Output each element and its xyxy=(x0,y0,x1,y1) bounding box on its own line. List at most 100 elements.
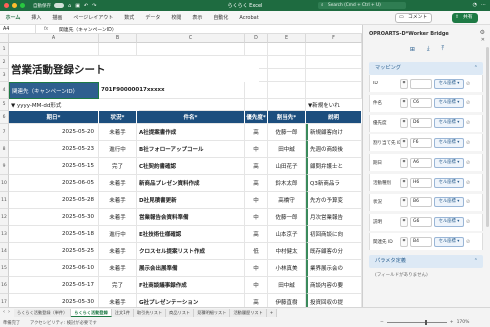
tab-data[interactable]: データ xyxy=(140,14,166,21)
mapping-select-button[interactable]: セル座標 ▾ xyxy=(434,197,464,208)
assignee-cell[interactable]: 田中誠 xyxy=(268,277,306,294)
row-header[interactable]: 2 xyxy=(0,56,9,69)
due-date-cell[interactable]: 2025-05-20 xyxy=(9,124,99,141)
cell[interactable] xyxy=(9,43,99,56)
cell[interactable] xyxy=(306,82,362,99)
mapping-select-button[interactable]: セル座標 ▾ xyxy=(434,157,464,168)
link-icon[interactable]: ⌗ xyxy=(400,157,408,168)
priority-cell[interactable]: 高 xyxy=(245,175,268,192)
mapping-select-button[interactable]: セル座標 ▾ xyxy=(434,236,464,247)
due-date-cell[interactable]: 2025-05-28 xyxy=(9,192,99,209)
subject-cell[interactable]: 営業報告会資料準備 xyxy=(137,209,245,226)
assignee-cell[interactable]: 中村健太 xyxy=(268,243,306,260)
accessibility-status[interactable]: アクセシビリティ: 検討が必要です xyxy=(30,320,97,326)
row-header[interactable]: 5 xyxy=(0,99,9,111)
column-header-e[interactable]: E xyxy=(268,34,306,43)
cell[interactable] xyxy=(306,56,362,69)
sheet-tab[interactable]: 注文1件 xyxy=(111,309,135,317)
subject-cell[interactable]: 展示会出展準備 xyxy=(137,260,245,277)
mapping-cell-input[interactable]: A6 xyxy=(410,157,432,168)
due-date-cell[interactable]: 2025-05-25 xyxy=(9,243,99,260)
priority-cell[interactable]: 中 xyxy=(245,260,268,277)
header-priority[interactable]: 優先度* xyxy=(245,111,268,124)
due-date-cell[interactable]: 2025-06-10 xyxy=(9,260,99,277)
tab-acrobat[interactable]: Acrobat xyxy=(234,15,264,21)
assignee-cell[interactable]: 田中誠 xyxy=(268,141,306,158)
sheet-tab[interactable]: らくらく活動登録（単件） xyxy=(14,309,72,317)
clear-mapping-icon[interactable]: ⊘ xyxy=(464,199,472,205)
description-cell[interactable]: 新規顧客向け xyxy=(306,124,362,141)
save-icon[interactable]: ▣ xyxy=(75,3,80,9)
link-icon[interactable]: ⌗ xyxy=(400,98,408,109)
mapping-select-button[interactable]: セル座標 ▾ xyxy=(434,217,464,228)
description-cell[interactable]: 業界展示会の xyxy=(306,260,362,277)
header-assignee[interactable]: 割当先* xyxy=(268,111,306,124)
column-f-note[interactable]: ▼新規をいれ xyxy=(306,99,362,111)
mapping-cell-input[interactable]: B4 xyxy=(410,236,432,247)
pane-settings-icon[interactable]: ⚙ xyxy=(480,29,485,36)
cell[interactable] xyxy=(268,56,306,69)
date-format-note[interactable]: ▼ yyyy-MM-dd形式 xyxy=(9,99,139,111)
mapping-cell-input[interactable]: F6 xyxy=(410,137,432,148)
param-section-header[interactable]: パラメタ定義 ⌃ xyxy=(369,255,483,268)
autosave-toggle[interactable] xyxy=(54,3,64,8)
home-icon[interactable]: ⌂ xyxy=(68,3,71,9)
link-icon[interactable]: ⌗ xyxy=(400,236,408,247)
row-header[interactable]: 12 xyxy=(0,209,9,226)
due-date-cell[interactable]: 2025-05-30 xyxy=(9,294,99,307)
subject-cell[interactable]: E社技術仕様確認 xyxy=(137,226,245,243)
row-header[interactable]: 9 xyxy=(0,158,9,175)
tab-home[interactable]: ホーム xyxy=(0,14,26,21)
row-header[interactable]: 7 xyxy=(0,124,9,141)
status-cell[interactable]: 未着手 xyxy=(99,175,137,192)
row-header[interactable]: 16 xyxy=(0,277,9,294)
sheet-tab[interactable]: 取引先リスト xyxy=(134,309,167,317)
due-date-cell[interactable]: 2025-05-18 xyxy=(9,226,99,243)
cell[interactable] xyxy=(99,43,137,56)
due-date-cell[interactable]: 2025-05-15 xyxy=(9,158,99,175)
next-sheet-icon[interactable]: › xyxy=(8,309,10,315)
status-cell[interactable]: 未着手 xyxy=(99,294,137,307)
zoom-in-icon[interactable]: + xyxy=(450,320,454,325)
add-sheet-icon[interactable]: + xyxy=(266,309,278,317)
status-cell[interactable]: 未着手 xyxy=(99,192,137,209)
assignee-cell[interactable]: 高橋守 xyxy=(268,192,306,209)
row-header[interactable]: 4 xyxy=(0,82,9,99)
column-header-c[interactable]: C xyxy=(137,34,245,43)
comment-button[interactable]: ▭ コメント xyxy=(395,13,433,23)
mapping-section-header[interactable]: マッピング ⌃ xyxy=(369,62,483,75)
assignee-cell[interactable]: 山本京子 xyxy=(268,226,306,243)
select-all-corner[interactable] xyxy=(0,34,9,43)
subject-cell[interactable]: G社プレゼンテーション xyxy=(137,294,245,307)
redo-icon[interactable]: ↷ xyxy=(92,3,96,9)
download-icon[interactable]: ⤓ xyxy=(427,45,430,53)
priority-cell[interactable]: 中 xyxy=(245,141,268,158)
description-cell[interactable]: 既存顧客の分 xyxy=(306,243,362,260)
cell[interactable] xyxy=(137,99,245,111)
mapping-cell-input[interactable]: B6 xyxy=(410,197,432,208)
sheet-tab[interactable]: らくらく活動登録 xyxy=(71,309,112,317)
grid-icon[interactable]: ⊞ xyxy=(410,46,415,53)
cell[interactable] xyxy=(245,82,268,99)
mapping-cell-input[interactable]: D6 xyxy=(410,118,432,129)
zoom-slider[interactable] xyxy=(386,320,447,325)
clear-mapping-icon[interactable]: ⊘ xyxy=(464,239,472,245)
cell[interactable] xyxy=(245,43,268,56)
status-cell[interactable]: 未着手 xyxy=(99,243,137,260)
mapping-cell-input[interactable]: G6 xyxy=(410,217,432,228)
priority-cell[interactable]: 高 xyxy=(245,226,268,243)
column-header-b[interactable]: B xyxy=(99,34,137,43)
due-date-cell[interactable]: 2025-05-30 xyxy=(9,209,99,226)
status-cell[interactable]: 未着手 xyxy=(99,124,137,141)
assignee-cell[interactable]: 小林真美 xyxy=(268,260,306,277)
mapping-select-button[interactable]: セル座標 ▾ xyxy=(434,177,464,188)
description-cell[interactable]: 投資回収の提 xyxy=(306,294,362,307)
zoom-window-button[interactable] xyxy=(20,3,25,8)
formula-input[interactable]: 関連先（キャンペーンID） xyxy=(56,26,117,33)
cell[interactable] xyxy=(306,69,362,82)
sheet-tab[interactable]: 活動履歴リスト xyxy=(230,309,267,317)
link-icon[interactable]: ⌗ xyxy=(400,177,408,188)
assignee-cell[interactable]: 佐藤一郎 xyxy=(268,124,306,141)
status-cell[interactable]: 完了 xyxy=(99,277,137,294)
mapping-cell-input[interactable] xyxy=(410,78,432,89)
